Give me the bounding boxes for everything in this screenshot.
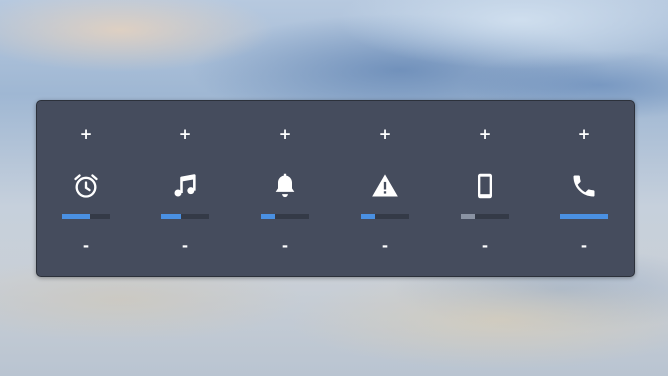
channel-system: + - [455,101,515,276]
media-volume-down-button[interactable]: - [173,235,197,257]
channel-alert: + - [355,101,415,276]
media-volume-level [161,214,182,219]
alert-volume-up-button[interactable]: + [373,123,397,145]
notification-volume-level [261,214,276,219]
music-note-icon [170,171,200,201]
call-volume-slider[interactable] [560,214,608,219]
channel-call: + - [554,101,614,276]
call-volume-up-button[interactable]: + [572,123,596,145]
system-volume-level [461,214,476,219]
alarm-clock-icon [71,171,101,201]
media-volume-up-button[interactable]: + [173,123,197,145]
phone-device-icon [470,171,500,201]
channel-alarm: + - [56,101,116,276]
alert-volume-level [361,214,376,219]
channel-notification: + - [255,101,315,276]
notification-volume-slider[interactable] [261,214,309,219]
alarm-volume-up-button[interactable]: + [74,123,98,145]
media-volume-slider[interactable] [161,214,209,219]
bell-icon [270,171,300,201]
volume-mixer-panel: + - + - + - + - + - + - [36,100,635,277]
system-volume-slider[interactable] [461,214,509,219]
alarm-volume-slider[interactable] [62,214,110,219]
alert-volume-down-button[interactable]: - [373,235,397,257]
channel-media: + - [155,101,215,276]
call-volume-down-button[interactable]: - [572,235,596,257]
system-volume-up-button[interactable]: + [473,123,497,145]
alarm-volume-level [62,214,90,219]
notification-volume-down-button[interactable]: - [273,235,297,257]
alarm-volume-down-button[interactable]: - [74,235,98,257]
system-volume-down-button[interactable]: - [473,235,497,257]
phone-call-icon [569,171,599,201]
warning-icon [370,171,400,201]
call-volume-level [560,214,608,219]
notification-volume-up-button[interactable]: + [273,123,297,145]
alert-volume-slider[interactable] [361,214,409,219]
